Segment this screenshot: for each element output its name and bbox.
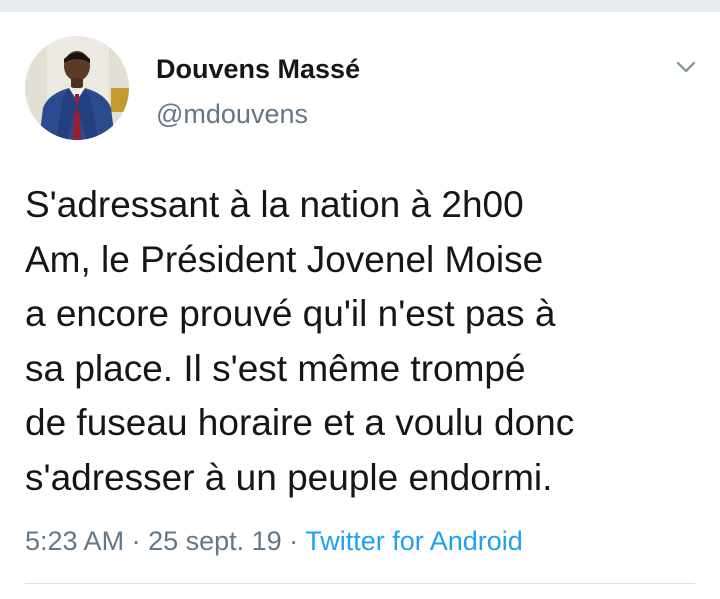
chevron-down-icon[interactable] <box>671 52 701 82</box>
tweet-card[interactable]: Douvens Massé @mdouvens S'adressant à la… <box>0 12 720 599</box>
top-divider <box>0 0 720 12</box>
tweet-text: S'adressant à la nation à 2h00 Am, le Pr… <box>25 184 575 498</box>
tweet-date[interactable]: 25 sept. 19 <box>148 526 282 556</box>
bottom-divider <box>25 583 695 584</box>
author-display-name[interactable]: Douvens Massé <box>156 53 360 85</box>
tweet-time[interactable]: 5:23 AM <box>25 526 124 556</box>
user-avatar-photo-icon <box>25 36 129 140</box>
tweet-source-link[interactable]: Twitter for Android <box>305 526 523 556</box>
tweet-meta: 5:23 AM · 25 sept. 19 · Twitter for Andr… <box>25 525 523 557</box>
author-handle[interactable]: @mdouvens <box>156 98 308 130</box>
meta-separator: · <box>124 526 149 556</box>
avatar[interactable] <box>25 36 129 140</box>
meta-separator: · <box>281 526 306 556</box>
